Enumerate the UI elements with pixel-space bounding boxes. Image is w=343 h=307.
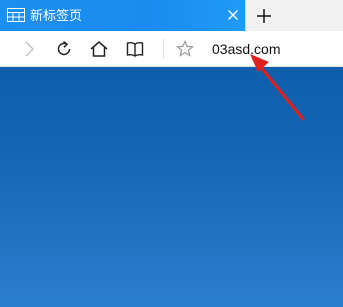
chevron-right-icon[interactable] [19, 39, 39, 59]
book-icon[interactable] [125, 39, 145, 59]
plus-icon[interactable] [254, 6, 274, 26]
close-icon[interactable] [226, 8, 240, 22]
tab-page-icon [7, 8, 25, 22]
refresh-icon[interactable] [54, 39, 74, 59]
address-bar[interactable]: 03asd.com [204, 37, 339, 61]
navigation-toolbar: 03asd.com [0, 31, 343, 67]
toolbar-separator [163, 39, 164, 59]
star-icon[interactable] [175, 39, 195, 59]
browser-window: 新标签页 03asd.com [0, 0, 343, 307]
new-tab-page-content [0, 67, 343, 307]
tab-title: 新标签页 [30, 8, 83, 23]
tab-new-tab[interactable]: 新标签页 [0, 0, 245, 31]
tab-divider [245, 0, 246, 31]
tab-strip: 新标签页 [0, 0, 343, 31]
home-icon[interactable] [89, 39, 109, 59]
